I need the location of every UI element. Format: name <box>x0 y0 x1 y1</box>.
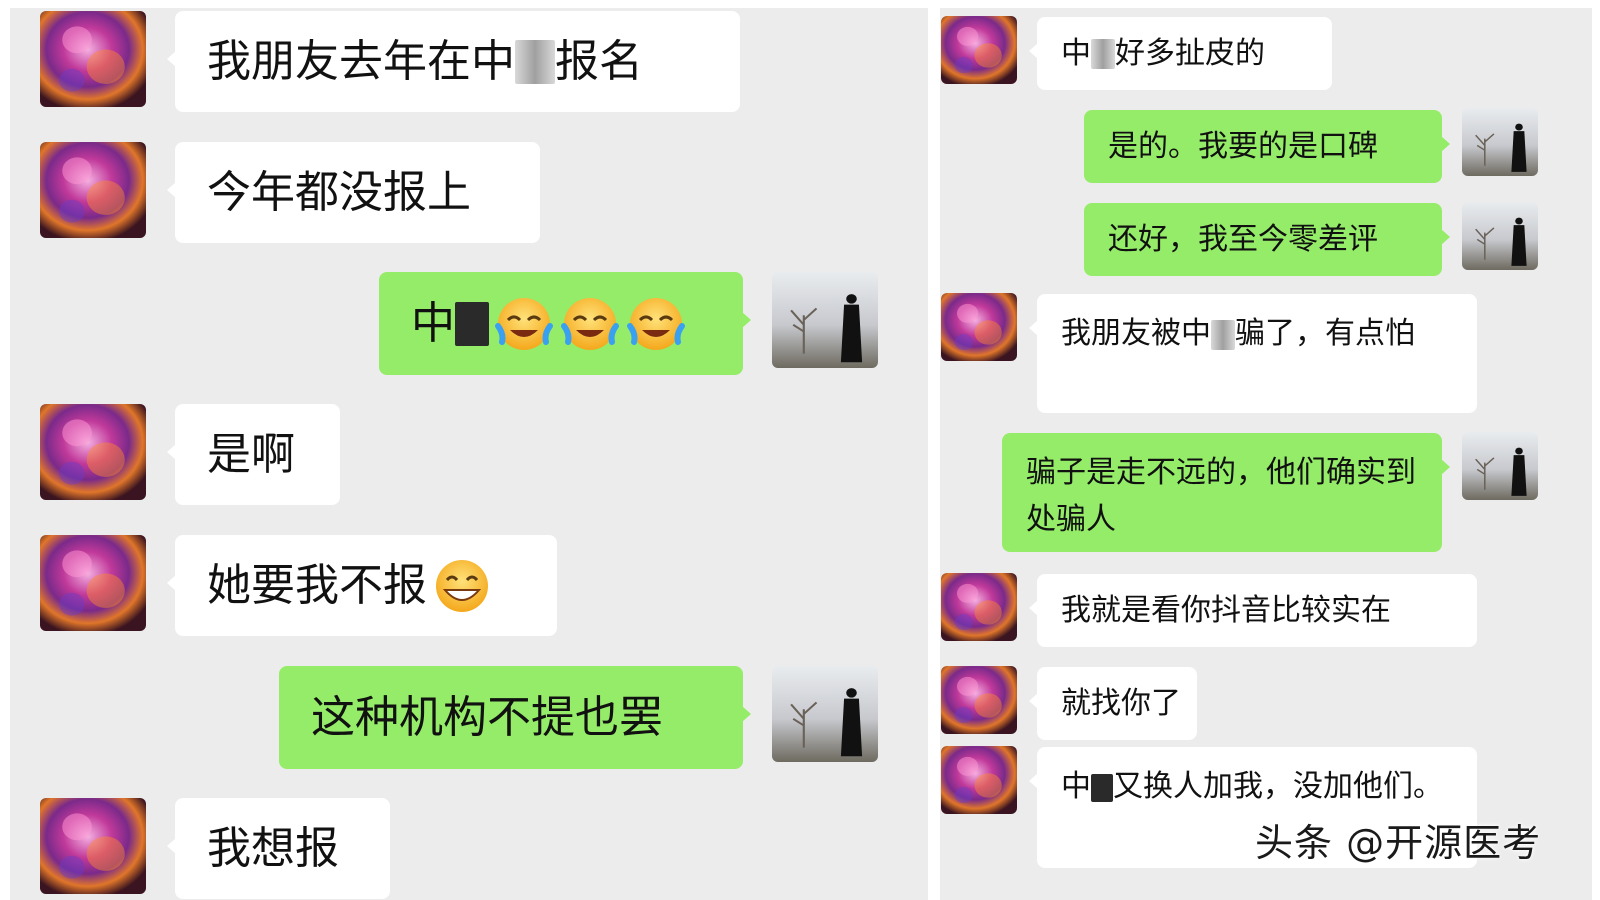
contact-avatar-image <box>40 535 146 631</box>
face-with-tears-of-joy-icon <box>559 296 621 352</box>
user-avatar[interactable] <box>772 272 878 368</box>
redacted-text <box>1211 319 1235 350</box>
user-avatar-image <box>1462 432 1538 500</box>
contact-avatar[interactable] <box>941 293 1017 361</box>
watermark: 头条 @开源医考 <box>1255 821 1542 865</box>
contact-avatar[interactable] <box>941 746 1017 814</box>
message-text: 中 <box>1061 769 1091 804</box>
contact-avatar-image <box>40 404 146 500</box>
message-text: 中 <box>1061 36 1091 71</box>
message-text: 我朋友被中 <box>1061 316 1211 351</box>
chat-panel-right[interactable]: 中好多扯皮的 是的。我要的是口碑 还好，我至今零差评 我朋友被中 骗了，有点怕 … <box>940 8 1592 900</box>
message-bubble[interactable]: 我朋友被中 骗了，有点怕 <box>1029 294 1477 413</box>
message-text: 是啊 <box>207 428 295 480</box>
message-text: 我朋友去年在中 <box>207 35 515 87</box>
face-with-tears-of-joy-icon <box>625 296 687 352</box>
redacted-text <box>1091 773 1113 802</box>
message-text: 我就是看你抖音比较实在 <box>1061 593 1391 628</box>
message-bubble[interactable]: 她要我不报 <box>167 535 557 636</box>
contact-avatar-image <box>941 573 1017 641</box>
message-text: 又换人加我，没加他们。 <box>1113 769 1443 804</box>
contact-avatar-image <box>941 746 1017 814</box>
contact-avatar[interactable] <box>941 573 1017 641</box>
message-bubble[interactable]: 就找你了 <box>1029 667 1197 740</box>
user-avatar-image <box>772 666 878 762</box>
message-bubble[interactable]: 我想报 <box>167 798 390 899</box>
message-text: 我想报 <box>207 822 339 874</box>
user-avatar[interactable] <box>772 666 878 762</box>
message-text: 中 <box>411 297 455 349</box>
message-text-block: 我朋友被中 骗了，有点怕 <box>1061 310 1415 357</box>
message-bubble-sent[interactable]: 骗子是走不远的，他们确实到处骗人 <box>1002 433 1450 552</box>
message-bubble[interactable]: 今年都没报上 <box>167 142 540 243</box>
message-text: 好多扯皮的 <box>1115 36 1265 71</box>
contact-avatar[interactable] <box>40 798 146 894</box>
contact-avatar-image <box>941 293 1017 361</box>
message-text: 就找你了 <box>1061 686 1181 721</box>
message-text: 今年都没报上 <box>207 166 471 218</box>
contact-avatar[interactable] <box>941 666 1017 734</box>
chat-panel-left[interactable]: 我朋友去年在中 报名 今年都没报上 中 是啊 她要我不报 这种机构不提也罢 我想… <box>10 8 928 900</box>
user-avatar[interactable] <box>1462 202 1538 270</box>
message-text: 这种机构不提也罢 <box>311 691 663 743</box>
contact-avatar-image <box>40 798 146 894</box>
message-bubble[interactable]: 我朋友去年在中 报名 <box>167 11 740 112</box>
redacted-text <box>515 39 555 84</box>
contact-avatar-image <box>40 142 146 238</box>
user-avatar-image <box>772 272 878 368</box>
message-bubble-sent[interactable]: 是的。我要的是口碑 <box>1084 110 1450 183</box>
user-avatar-image <box>1462 108 1538 176</box>
message-bubble-sent[interactable]: 中 <box>379 272 751 375</box>
message-text: 骗子是走不远的，他们确实到处骗人 <box>1026 455 1416 537</box>
contact-avatar-image <box>941 16 1017 84</box>
contact-avatar[interactable] <box>40 404 146 500</box>
message-bubble-sent[interactable]: 这种机构不提也罢 <box>279 666 751 769</box>
contact-avatar[interactable] <box>40 142 146 238</box>
contact-avatar[interactable] <box>40 535 146 631</box>
message-bubble[interactable]: 我就是看你抖音比较实在 <box>1029 574 1477 647</box>
contact-avatar-image <box>40 11 146 107</box>
message-text: 是的。我要的是口碑 <box>1108 129 1378 164</box>
message-text: 她要我不报 <box>207 559 427 611</box>
message-text-block: 中又换人加我，没加他们。 <box>1061 763 1443 810</box>
user-avatar[interactable] <box>1462 432 1538 500</box>
contact-avatar[interactable] <box>40 11 146 107</box>
user-avatar[interactable] <box>1462 108 1538 176</box>
message-text: 骗了，有点怕 <box>1235 316 1415 351</box>
redacted-text <box>455 301 489 346</box>
contact-avatar[interactable] <box>941 16 1017 84</box>
face-with-tears-of-joy-icon <box>493 296 555 352</box>
contact-avatar-image <box>941 666 1017 734</box>
message-bubble-sent[interactable]: 还好，我至今零差评 <box>1084 203 1450 276</box>
grinning-face-icon <box>431 558 493 614</box>
message-text: 报名 <box>555 35 643 87</box>
message-bubble[interactable]: 是啊 <box>167 404 340 505</box>
redacted-text <box>1091 38 1115 69</box>
message-text: 还好，我至今零差评 <box>1108 222 1378 257</box>
message-bubble[interactable]: 中好多扯皮的 <box>1029 17 1332 90</box>
user-avatar-image <box>1462 202 1538 270</box>
